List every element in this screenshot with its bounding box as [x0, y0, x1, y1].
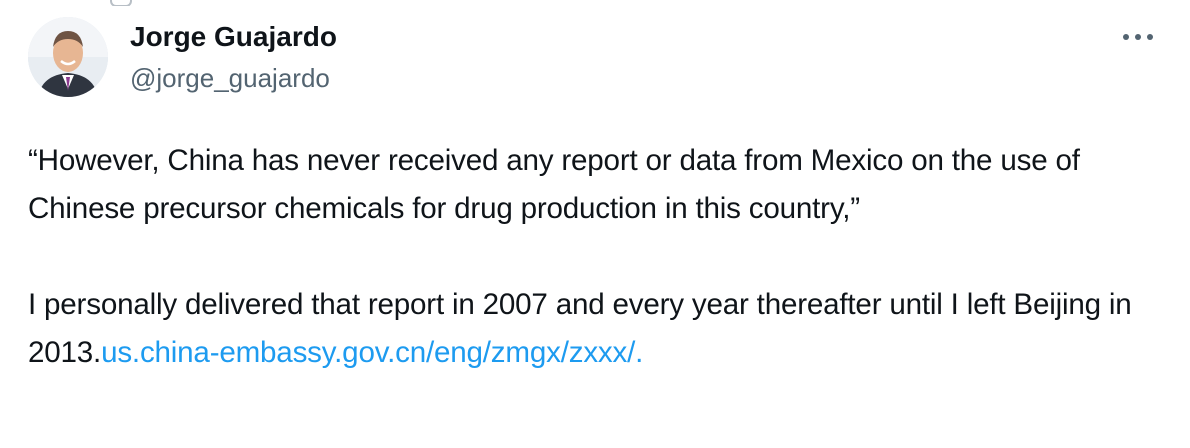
author-display-name[interactable]: Jorge Guajardo: [130, 20, 337, 54]
tweet-link[interactable]: us.china-embassy.gov.cn/eng/zmgx/zxxx/.: [101, 336, 643, 369]
more-options-icon: [1123, 34, 1153, 40]
more-options-button[interactable]: [1118, 22, 1158, 52]
retweet-icon: [110, 0, 132, 6]
tweet-quote: “However, China has never received any r…: [28, 144, 1080, 225]
avatar[interactable]: [28, 17, 108, 97]
tweet-statement-paragraph: I personally delivered that report in 20…: [28, 281, 1168, 377]
author-handle[interactable]: @jorge_guajardo: [130, 62, 330, 94]
profile-photo-icon: [28, 17, 108, 97]
retweet-header-fragment: [110, 0, 350, 6]
tweet-text: “However, China has never received any r…: [28, 137, 1168, 377]
